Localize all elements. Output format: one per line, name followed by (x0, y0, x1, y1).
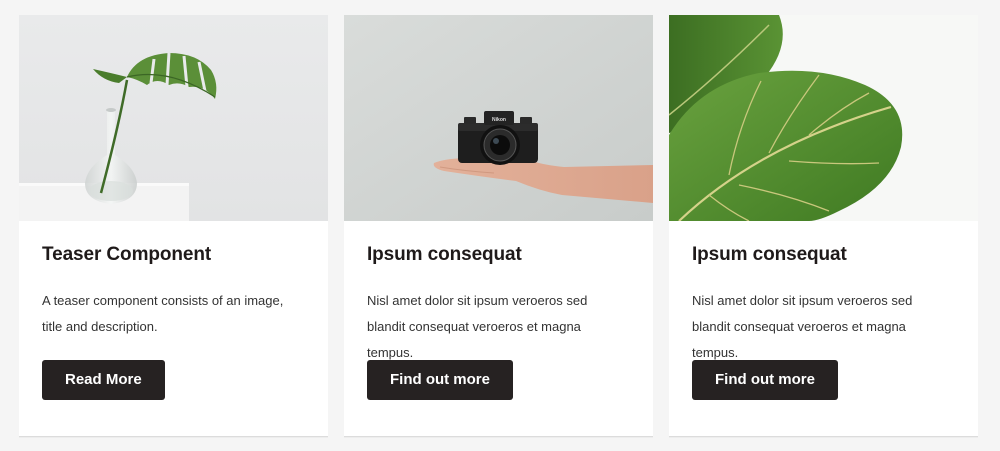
teaser-card: Ipsum consequat Nisl amet dolor sit ipsu… (669, 15, 978, 437)
camera-brand-text: Nikon (492, 117, 506, 123)
fiddle-leaf-fig-photo-icon (669, 15, 978, 221)
card-body: Ipsum consequat Nisl amet dolor sit ipsu… (669, 221, 978, 366)
card-title: Ipsum consequat (367, 244, 522, 265)
card-title: Ipsum consequat (692, 244, 847, 265)
monstera-leaf-in-vase-image (19, 15, 328, 221)
card-description: Nisl amet dolor sit ipsum veroeros sed b… (367, 293, 588, 360)
find-out-more-button[interactable]: Find out more (692, 360, 838, 400)
card-body: Ipsum consequat Nisl amet dolor sit ipsu… (344, 221, 653, 366)
card-body: Teaser Component A teaser component cons… (19, 221, 328, 340)
monstera-leaf-in-vase-photo-icon (19, 15, 328, 221)
fiddle-leaf-fig-image (669, 15, 978, 221)
card-description: A teaser component consists of an image,… (42, 293, 284, 334)
hand-holding-camera-photo-icon: Nikon (344, 15, 653, 221)
teaser-card-list: Teaser Component A teaser component cons… (19, 15, 978, 437)
hand-holding-camera-image: Nikon (344, 15, 653, 221)
find-out-more-button[interactable]: Find out more (367, 360, 513, 400)
card-title: Teaser Component (42, 244, 212, 265)
card-description: Nisl amet dolor sit ipsum veroeros sed b… (692, 293, 913, 360)
teaser-card: Nikon Ipsum consequat Nisl amet dolor si… (344, 15, 653, 437)
page: Teaser Component A teaser component cons… (0, 0, 1000, 451)
teaser-card: Teaser Component A teaser component cons… (19, 15, 328, 437)
read-more-button[interactable]: Read More (42, 360, 165, 400)
